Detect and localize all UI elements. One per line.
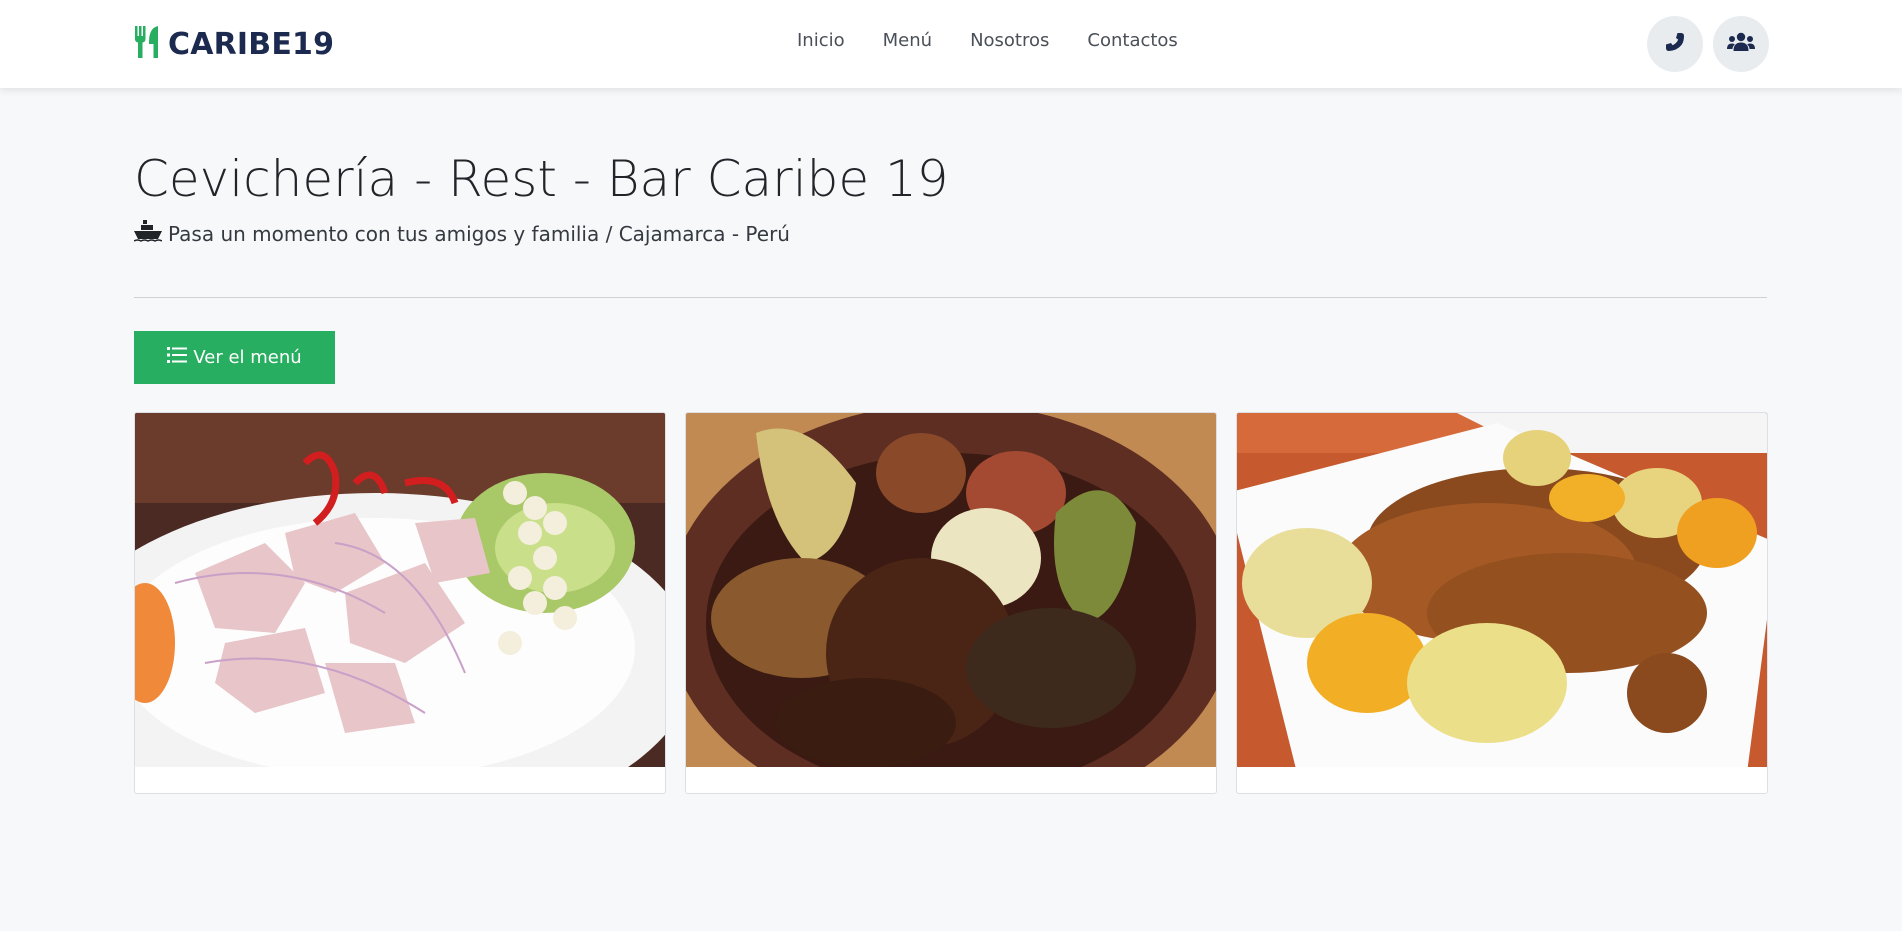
nav-link-contactos[interactable]: Contactos <box>1087 30 1177 51</box>
brand-name: CARIBE19 <box>168 26 335 62</box>
pachamanca-photo <box>686 413 1216 767</box>
nav-link-nosotros[interactable]: Nosotros <box>970 30 1049 51</box>
list-icon <box>167 346 188 369</box>
nav-link-inicio[interactable]: Inicio <box>797 30 845 51</box>
page-subtitle-text: Pasa un momento con tus amigos y familia… <box>168 221 790 246</box>
view-menu-label: Ver el menú <box>193 347 302 368</box>
navbar: CARIBE19 Inicio Menú Nosotros Contactos <box>0 0 1902 88</box>
dish-card-cuy[interactable] <box>1236 412 1768 794</box>
page-title: Cevichería - Rest - Bar Caribe 19 <box>134 150 949 208</box>
cuy-frito-photo <box>1237 413 1767 767</box>
nav-link-menu[interactable]: Menú <box>883 30 932 51</box>
phone-icon <box>1665 32 1685 56</box>
view-menu-button[interactable]: Ver el menú <box>134 331 335 384</box>
brand-logo-link[interactable]: CARIBE19 <box>134 22 334 66</box>
users-button[interactable] <box>1713 16 1769 72</box>
dish-card-pachamanca[interactable] <box>685 412 1217 794</box>
main-nav: Inicio Menú Nosotros Contactos <box>797 30 1178 51</box>
ceviche-photo <box>135 413 665 767</box>
page-subtitle: Pasa un momento con tus amigos y familia… <box>133 220 790 247</box>
users-icon <box>1727 32 1755 56</box>
phone-button[interactable] <box>1647 16 1703 72</box>
dish-card-ceviche[interactable] <box>134 412 666 794</box>
ship-icon <box>133 220 163 247</box>
divider <box>134 297 1767 298</box>
utensils-icon <box>134 26 160 62</box>
